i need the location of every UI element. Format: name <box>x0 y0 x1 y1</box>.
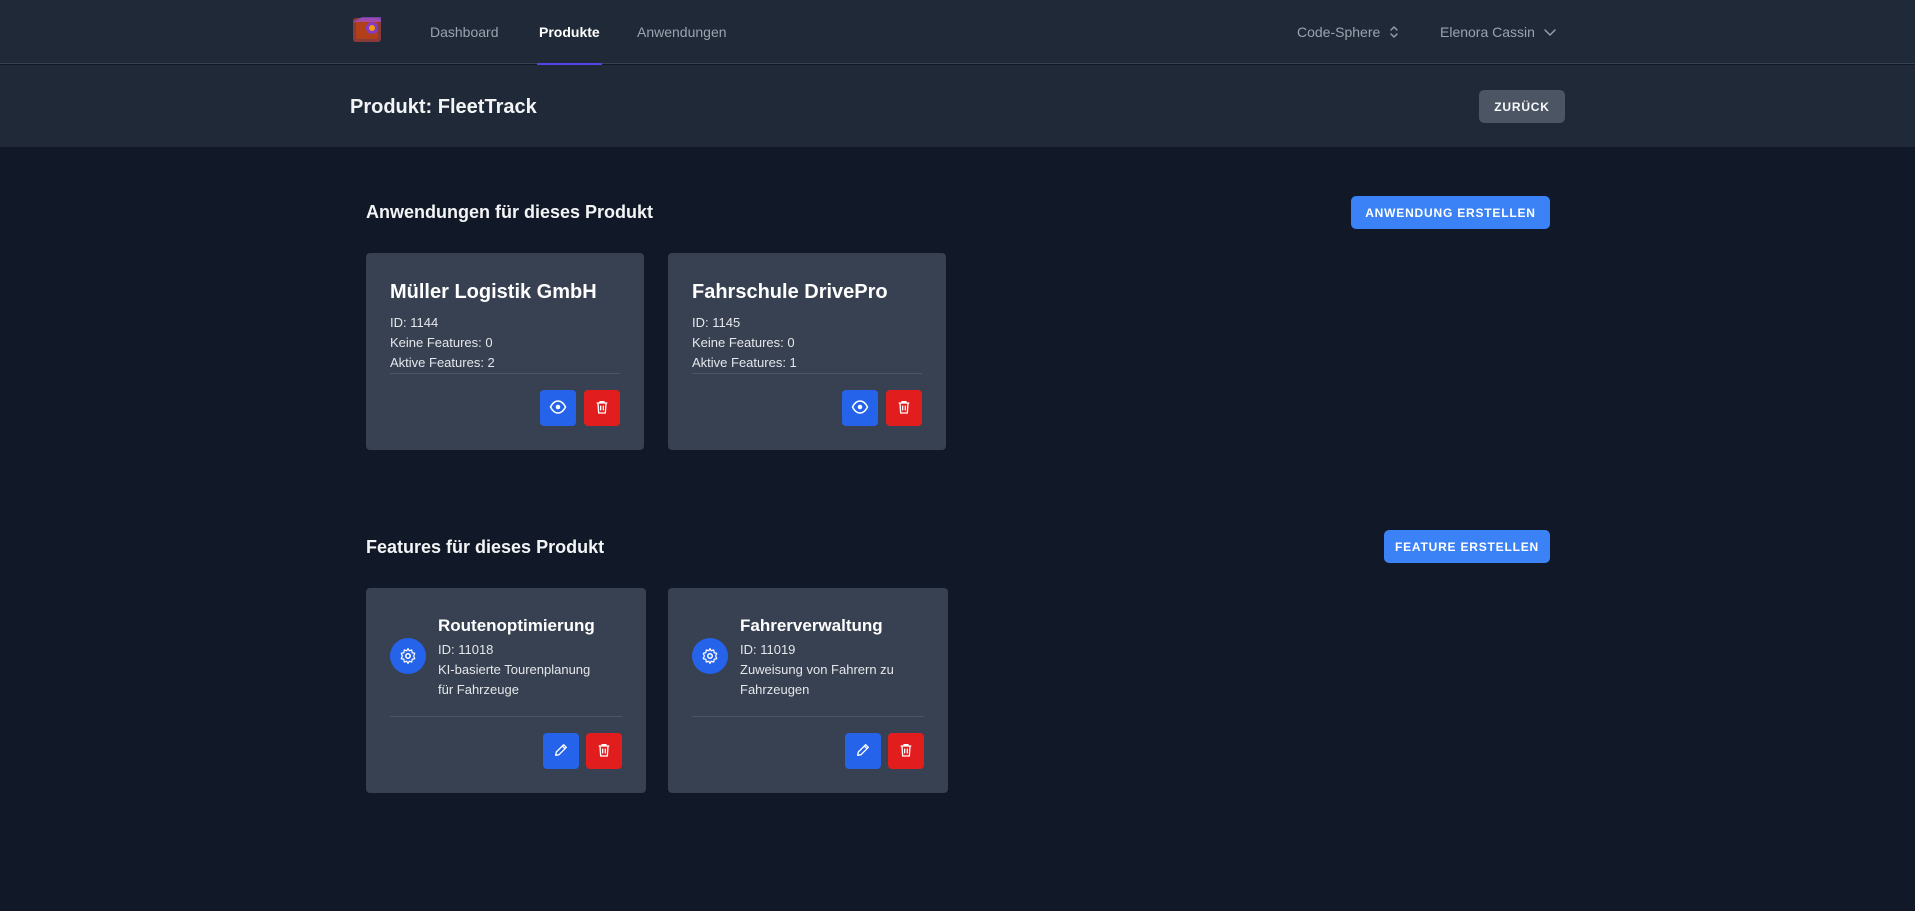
back-button[interactable]: ZURÜCK <box>1479 90 1565 123</box>
nav-link-dashboard[interactable]: Dashboard <box>430 0 499 64</box>
nav-link-anwendungen[interactable]: Anwendungen <box>637 0 727 64</box>
application-active-features: Aktive Features: 2 <box>390 355 495 370</box>
applications-section-title: Anwendungen für dieses Produkt <box>366 202 654 222</box>
gear-icon <box>692 638 728 674</box>
trash-icon <box>594 399 610 418</box>
top-navigation: Dashboard Produkte Anwendungen Code-Sphe… <box>0 0 1915 65</box>
feature-id: ID: 11018 <box>438 642 494 657</box>
card-divider <box>390 373 620 374</box>
delete-feature-button[interactable] <box>586 733 622 769</box>
workspace-name: Code-Sphere <box>1297 24 1381 40</box>
application-id: ID: 1145 <box>692 315 741 330</box>
application-no-features: Keine Features: 0 <box>390 335 493 350</box>
application-no-features: Keine Features: 0 <box>692 335 795 350</box>
view-application-button[interactable] <box>540 390 576 426</box>
create-feature-button[interactable]: FEATURE ERSTELLEN <box>1384 530 1550 563</box>
nav-link-produkte[interactable]: Produkte <box>537 0 602 65</box>
feature-description: Fahrzeugen <box>740 682 810 697</box>
feature-description: Zuweisung von Fahrern zu <box>740 662 894 677</box>
feature-card: Fahrerverwaltung ID: 11019 Zuweisung von… <box>668 588 948 793</box>
application-name: Fahrschule DrivePro <box>692 281 888 303</box>
user-menu[interactable]: Elenora Cassin <box>1440 0 1557 64</box>
feature-id: ID: 11019 <box>740 642 796 657</box>
create-application-button[interactable]: ANWENDUNG ERSTELLEN <box>1351 196 1550 229</box>
delete-feature-button[interactable] <box>888 733 924 769</box>
card-divider <box>390 716 622 717</box>
feature-card: Routenoptimierung ID: 11018 KI-basierte … <box>366 588 646 793</box>
feature-name: Fahrerverwaltung <box>740 616 883 635</box>
feature-description: für Fahrzeuge <box>438 682 519 697</box>
page-header <box>0 65 1915 147</box>
delete-application-button[interactable] <box>584 390 620 426</box>
application-id: ID: 1144 <box>390 315 439 330</box>
workspace-switcher[interactable]: Code-Sphere <box>1297 0 1400 64</box>
application-card: Fahrschule DrivePro ID: 1145 Keine Featu… <box>668 253 946 450</box>
trash-icon <box>896 399 912 418</box>
delete-application-button[interactable] <box>886 390 922 426</box>
user-name: Elenora Cassin <box>1440 24 1535 40</box>
application-card: Müller Logistik GmbH ID: 1144 Keine Feat… <box>366 253 644 450</box>
card-divider <box>692 716 924 717</box>
eye-icon <box>851 398 869 419</box>
application-name: Müller Logistik GmbH <box>390 281 597 303</box>
features-section-title: Features für dieses Produkt <box>366 537 605 557</box>
card-divider <box>692 373 922 374</box>
pencil-icon <box>855 742 871 761</box>
edit-feature-button[interactable] <box>543 733 579 769</box>
page-title: Produkt: FleetTrack <box>350 96 537 118</box>
pencil-icon <box>553 742 569 761</box>
chevron-updown-icon <box>1388 25 1400 39</box>
application-active-features: Aktive Features: 1 <box>692 355 797 370</box>
chevron-down-icon <box>1543 27 1557 37</box>
logo-icon[interactable] <box>350 14 386 46</box>
feature-name: Routenoptimierung <box>438 616 595 635</box>
eye-icon <box>549 398 567 419</box>
feature-description: KI-basierte Tourenplanung <box>438 662 591 677</box>
gear-icon <box>390 638 426 674</box>
edit-feature-button[interactable] <box>845 733 881 769</box>
trash-icon <box>898 742 914 761</box>
trash-icon <box>596 742 612 761</box>
view-application-button[interactable] <box>842 390 878 426</box>
